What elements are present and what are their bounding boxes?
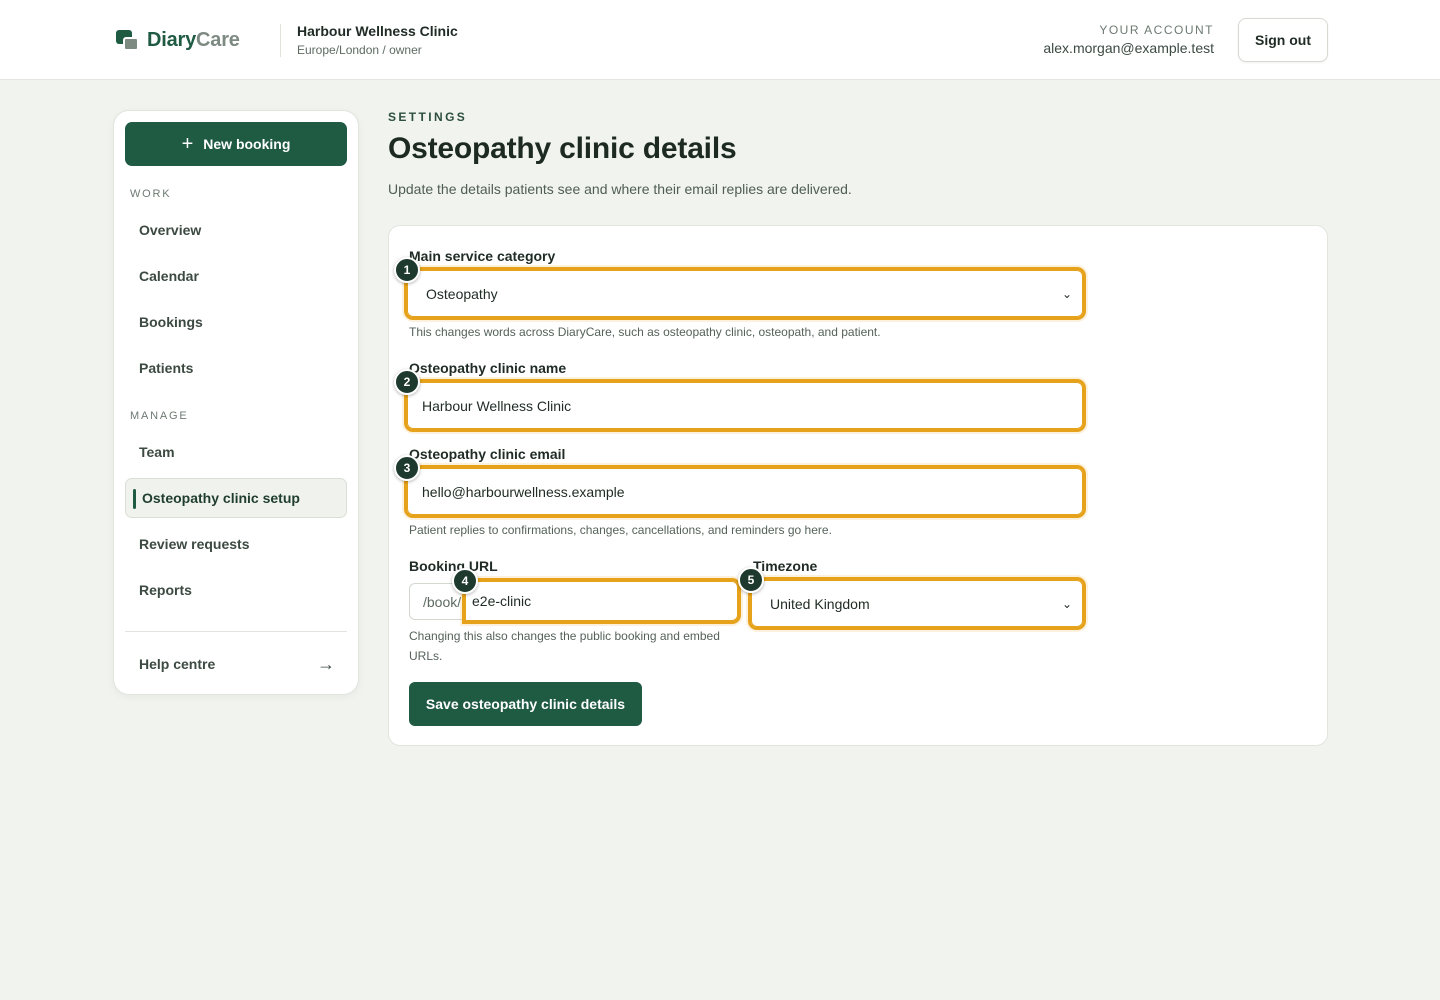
timezone-select[interactable]: United Kingdom ⌄ <box>748 577 1086 630</box>
new-booking-label: New booking <box>203 136 291 152</box>
logo-icon <box>116 29 140 52</box>
clinic-name: Harbour Wellness Clinic <box>297 23 458 39</box>
logo-text: DiaryCare <box>147 29 240 52</box>
sidebar-item-calendar[interactable]: Calendar <box>125 256 347 296</box>
sidebar-item-patients[interactable]: Patients <box>125 348 347 388</box>
account-email: alex.morgan@example.test <box>1043 40 1214 56</box>
clinic-email-label: Osteopathy clinic email <box>409 446 566 462</box>
step-badge-3: 3 <box>394 455 420 481</box>
sidebar: + New booking WORK Overview Calendar Boo… <box>113 110 359 695</box>
save-clinic-details-button[interactable]: Save osteopathy clinic details <box>409 682 642 726</box>
booking-url-input[interactable]: e2e-clinic <box>462 578 741 624</box>
clinic-name-input[interactable]: Harbour Wellness Clinic <box>404 379 1086 432</box>
sidebar-divider <box>125 631 347 632</box>
account-label: YOUR ACCOUNT <box>1099 23 1214 37</box>
clinic-email-hint: Patient replies to confirmations, change… <box>409 523 832 537</box>
sidebar-item-label: Osteopathy clinic setup <box>142 490 300 506</box>
category-label: Main service category <box>409 248 556 264</box>
chevron-down-icon: ⌄ <box>1061 286 1072 301</box>
timezone-label: Timezone <box>753 558 818 574</box>
logo-text-diary: Diary <box>147 29 197 51</box>
category-value: Osteopathy <box>426 285 498 302</box>
booking-url-label: Booking URL <box>409 558 498 574</box>
help-centre-link[interactable]: Help centre → <box>125 644 347 684</box>
step-badge-4: 4 <box>452 568 478 594</box>
logo-text-care: Care <box>196 29 240 51</box>
clinic-subtitle: Europe/London / owner <box>297 43 422 57</box>
sidebar-item-bookings[interactable]: Bookings <box>125 302 347 342</box>
header-divider <box>280 24 281 57</box>
step-badge-5: 5 <box>738 567 764 593</box>
booking-url-hint: Changing this also changes the public bo… <box>409 629 720 663</box>
step-badge-1: 1 <box>394 257 420 283</box>
sidebar-item-overview[interactable]: Overview <box>125 210 347 250</box>
active-indicator <box>133 489 136 509</box>
help-centre-label: Help centre <box>139 656 216 672</box>
clinic-email-input[interactable]: hello@harbourwellness.example <box>404 465 1086 518</box>
new-booking-button[interactable]: + New booking <box>125 122 347 166</box>
page-title: Osteopathy clinic details <box>388 132 737 165</box>
arrow-right-icon: → <box>317 653 335 674</box>
diarycare-logo[interactable]: DiaryCare <box>116 29 240 52</box>
timezone-value: United Kingdom <box>770 595 870 612</box>
step-badge-2: 2 <box>394 369 420 395</box>
sidebar-section-manage: MANAGE <box>130 410 189 422</box>
category-hint: This changes words across DiaryCare, suc… <box>409 325 881 339</box>
sidebar-item-review-requests[interactable]: Review requests <box>125 524 347 564</box>
sidebar-item-clinic-setup[interactable]: Osteopathy clinic setup <box>125 478 347 518</box>
sidebar-item-reports[interactable]: Reports <box>125 570 347 610</box>
service-category-select[interactable]: Osteopathy ⌄ <box>404 267 1086 320</box>
chevron-down-icon: ⌄ <box>1061 596 1072 611</box>
sidebar-item-team[interactable]: Team <box>125 432 347 472</box>
sidebar-section-work: WORK <box>130 188 172 200</box>
page-eyebrow: SETTINGS <box>388 110 468 124</box>
page-subtitle: Update the details patients see and wher… <box>388 181 852 197</box>
clinic-name-label: Osteopathy clinic name <box>409 360 567 376</box>
sign-out-button[interactable]: Sign out <box>1238 18 1328 62</box>
plus-icon: + <box>181 133 194 155</box>
top-bar: DiaryCare Harbour Wellness Clinic Europe… <box>0 0 1440 80</box>
